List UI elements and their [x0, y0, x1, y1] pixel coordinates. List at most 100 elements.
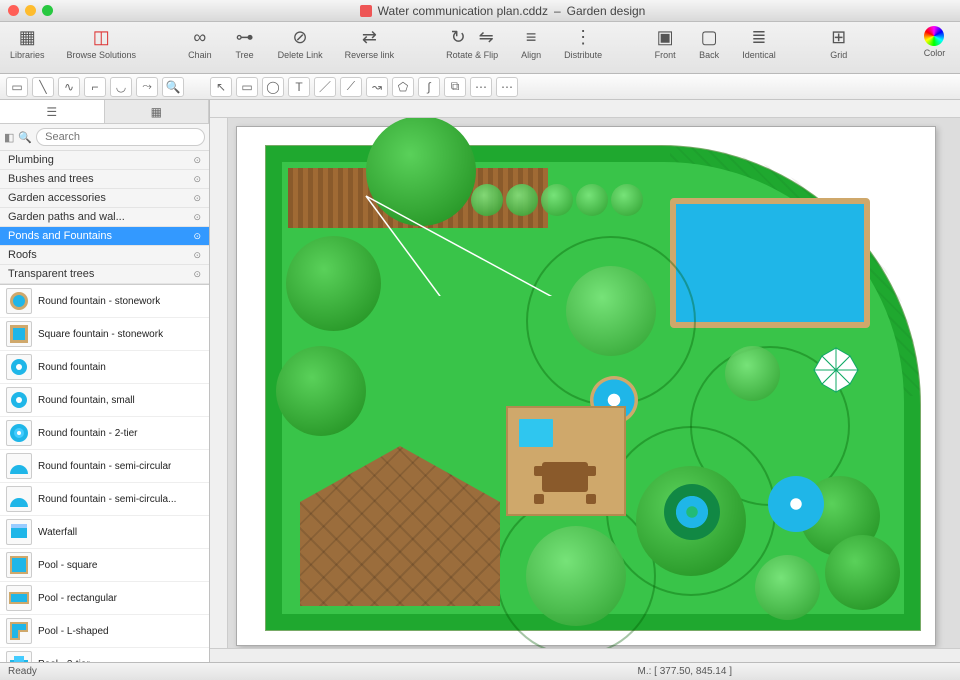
sidebar-tab-lib[interactable]: ☰ [0, 100, 105, 123]
umbrella[interactable] [812, 346, 860, 394]
tool-ellipse[interactable]: ◯ [262, 77, 284, 97]
bush-3[interactable] [541, 184, 573, 216]
tool-pointer[interactable]: ▭ [6, 77, 28, 97]
drawing-page[interactable] [236, 126, 936, 646]
toolbar-color[interactable]: Color [924, 26, 946, 58]
category-garden-paths-and-wal-[interactable]: Garden paths and wal...⊙ [0, 208, 209, 227]
sidebar-tabs: ☰ ▦ [0, 100, 209, 124]
tool-arc[interactable]: ◡ [110, 77, 132, 97]
minimize-window[interactable] [25, 5, 36, 16]
category-ponds-and-fountains[interactable]: Ponds and Fountains⊙ [0, 227, 209, 246]
toolbar-identical[interactable]: ≣ Identical [742, 26, 776, 60]
tool-callout[interactable]: ⧉ [444, 77, 466, 97]
chair-1[interactable] [534, 466, 544, 476]
tree-3[interactable] [276, 346, 366, 436]
library-item[interactable]: Round fountain - 2-tier [0, 417, 209, 450]
library-item[interactable]: Round fountain - semi-circula... [0, 483, 209, 516]
tool-rect[interactable]: ▭ [236, 77, 258, 97]
canvas-scroll-h[interactable] [210, 648, 960, 662]
toolbar-grid[interactable]: ⊞Grid [828, 26, 850, 60]
toolbar-label: Identical [742, 50, 776, 60]
tree-7[interactable] [725, 346, 780, 401]
tool-line2[interactable]: ／ [314, 77, 336, 97]
tool-arc2[interactable]: ⟋ [340, 77, 362, 97]
category-garden-accessories[interactable]: Garden accessories⊙ [0, 189, 209, 208]
category-roofs[interactable]: Roofs⊙ [0, 246, 209, 265]
library-sidebar: ☰ ▦ ◧ 🔍 Plumbing⊙Bushes and trees⊙Garden… [0, 100, 210, 662]
collapse-icon[interactable]: ◧ [4, 131, 14, 144]
library-item[interactable]: Waterfall [0, 516, 209, 549]
library-item[interactable]: Round fountain, small [0, 384, 209, 417]
library-item[interactable]: Round fountain - stonework [0, 285, 209, 318]
library-item[interactable]: Round fountain - semi-circular [0, 450, 209, 483]
library-item[interactable]: Square fountain - stonework [0, 318, 209, 351]
toolbar-back[interactable]: ▢Back [698, 26, 720, 60]
bush-5[interactable] [611, 184, 643, 216]
tool-bezier[interactable]: ∫ [418, 77, 440, 97]
chair-4[interactable] [586, 494, 596, 504]
fountain-green[interactable] [664, 484, 720, 540]
identical-icon: ≣ [748, 26, 770, 48]
category-plumbing[interactable]: Plumbing⊙ [0, 151, 209, 170]
tool-spline[interactable]: ↝ [366, 77, 388, 97]
library-item[interactable]: Pool - square [0, 549, 209, 582]
tool-zoom[interactable]: 🔍 [162, 77, 184, 97]
item-thumb-square-stone [6, 321, 32, 347]
pond-round[interactable] [768, 476, 824, 532]
category-transparent-trees[interactable]: Transparent trees⊙ [0, 265, 209, 284]
close-window[interactable] [8, 5, 19, 16]
tool-select[interactable]: ↖ [210, 77, 232, 97]
toolbar-browse-solutions[interactable]: ◫Browse Solutions [67, 26, 137, 60]
back-icon: ▢ [698, 26, 720, 48]
library-item[interactable]: Round fountain [0, 351, 209, 384]
toolbar-libraries[interactable]: ▦Libraries [10, 26, 45, 60]
chair-3[interactable] [534, 494, 544, 504]
garden-boundary[interactable] [265, 145, 921, 631]
bush-2[interactable] [506, 184, 538, 216]
zoom-window[interactable] [42, 5, 53, 16]
toolbar-label: Distribute [564, 50, 602, 60]
category-label: Ponds and Fountains [8, 230, 112, 242]
toolbar-distribute[interactable]: ⋮Distribute [564, 26, 602, 60]
toolbar-front[interactable]: ▣Front [654, 26, 676, 60]
category-bushes-and-trees[interactable]: Bushes and trees⊙ [0, 170, 209, 189]
tool-curve[interactable]: ∿ [58, 77, 80, 97]
tool-angle[interactable]: ⌐ [84, 77, 106, 97]
tool-more1[interactable]: ⋯ [470, 77, 492, 97]
swimming-pool[interactable] [670, 198, 870, 328]
tool-poly[interactable]: ⬠ [392, 77, 414, 97]
item-thumb-pool-sq [6, 552, 32, 578]
patio-table[interactable] [542, 462, 588, 492]
front-icon: ▣ [654, 26, 676, 48]
small-pool[interactable] [516, 416, 556, 450]
library-item[interactable]: Pool - L-shaped [0, 615, 209, 648]
toolbar-delete-link[interactable]: ⊘Delete Link [278, 26, 323, 60]
tree-9[interactable] [825, 535, 900, 610]
tool-more2[interactable]: ⋯ [496, 77, 518, 97]
tree-1[interactable] [366, 118, 476, 226]
toolbar-rotate-flip[interactable]: ↻⇋Rotate & Flip [446, 26, 498, 60]
toolbar-align[interactable]: ≡Align [520, 26, 542, 60]
tree-2[interactable] [286, 236, 381, 331]
tree-6[interactable] [526, 526, 626, 626]
library-item[interactable]: Pool - rectangular [0, 582, 209, 615]
chevron-icon: ⊙ [193, 212, 201, 223]
tree-10[interactable] [755, 555, 820, 620]
toolbar-chain[interactable]: ∞Chain [188, 26, 212, 60]
library-item[interactable]: Pool - 2-tier [0, 648, 209, 662]
bush-1[interactable] [471, 184, 503, 216]
bush-4[interactable] [576, 184, 608, 216]
toolbar-tree[interactable]: ⊶Tree [234, 26, 256, 60]
toolbar-reverse-link[interactable]: ⇄Reverse link [345, 26, 395, 60]
tool-text[interactable]: T [288, 77, 310, 97]
titlebar: Water communication plan.cddz – Garden d… [0, 0, 960, 22]
sidebar-tab-2[interactable]: ▦ [105, 100, 210, 123]
chair-2[interactable] [586, 466, 596, 476]
canvas[interactable] [228, 118, 960, 648]
tool-line[interactable]: ╲ [32, 77, 54, 97]
tree-4[interactable] [566, 266, 656, 356]
tool-connector[interactable]: ⤳ [136, 77, 158, 97]
search-input[interactable] [36, 128, 205, 146]
chevron-icon: ⊙ [193, 155, 201, 166]
chevron-icon: ⊙ [193, 193, 201, 204]
